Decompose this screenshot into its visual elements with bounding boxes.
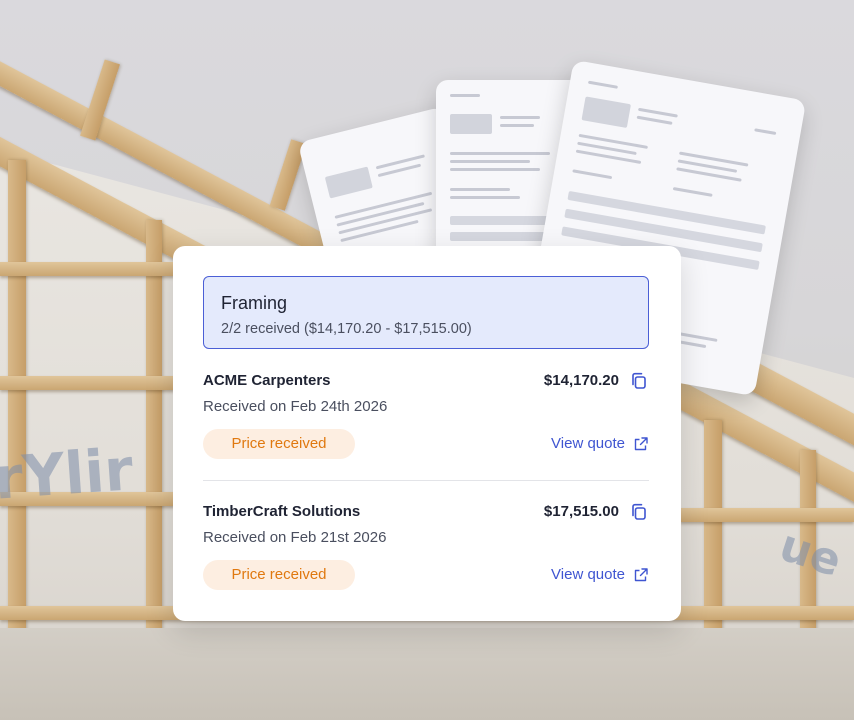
quote-item: ACME Carpenters Received on Feb 24th 202… [203,372,649,482]
batten [0,376,175,390]
membrane-print-left: rYlir [0,435,136,513]
view-quote-label: View quote [551,435,625,452]
divider [203,480,649,481]
floor-plate [0,628,854,720]
quote-amount: $17,515.00 [543,503,619,520]
batten [0,262,175,276]
view-quote-label: View quote [551,566,625,583]
vendor-name: TimberCraft Solutions [203,503,361,520]
copy-icon[interactable] [629,502,649,522]
received-date: Received on Feb 24th 2026 [203,398,388,415]
view-quote-link[interactable]: View quote [551,435,649,452]
copy-icon[interactable] [629,371,649,391]
status-badge: Price received [203,560,355,590]
status-badge: Price received [203,429,355,459]
view-quote-link[interactable]: View quote [551,566,649,583]
external-link-icon [634,436,648,450]
quote-amount: $14,170.20 [543,372,619,389]
quote-comparison-card: Framing 2/2 received ($14,170.20 - $17,5… [173,246,681,621]
external-link-icon [634,567,648,581]
vendor-name: ACME Carpenters [203,372,331,389]
received-date: Received on Feb 21st 2026 [203,529,387,546]
trade-summary-box[interactable]: Framing 2/2 received ($14,170.20 - $17,5… [203,276,649,349]
quote-item: TimberCraft Solutions Received on Feb 21… [203,503,649,613]
trade-summary-text: 2/2 received ($14,170.20 - $17,515.00) [221,321,472,337]
batten [680,508,854,522]
trade-title: Framing [221,293,288,313]
